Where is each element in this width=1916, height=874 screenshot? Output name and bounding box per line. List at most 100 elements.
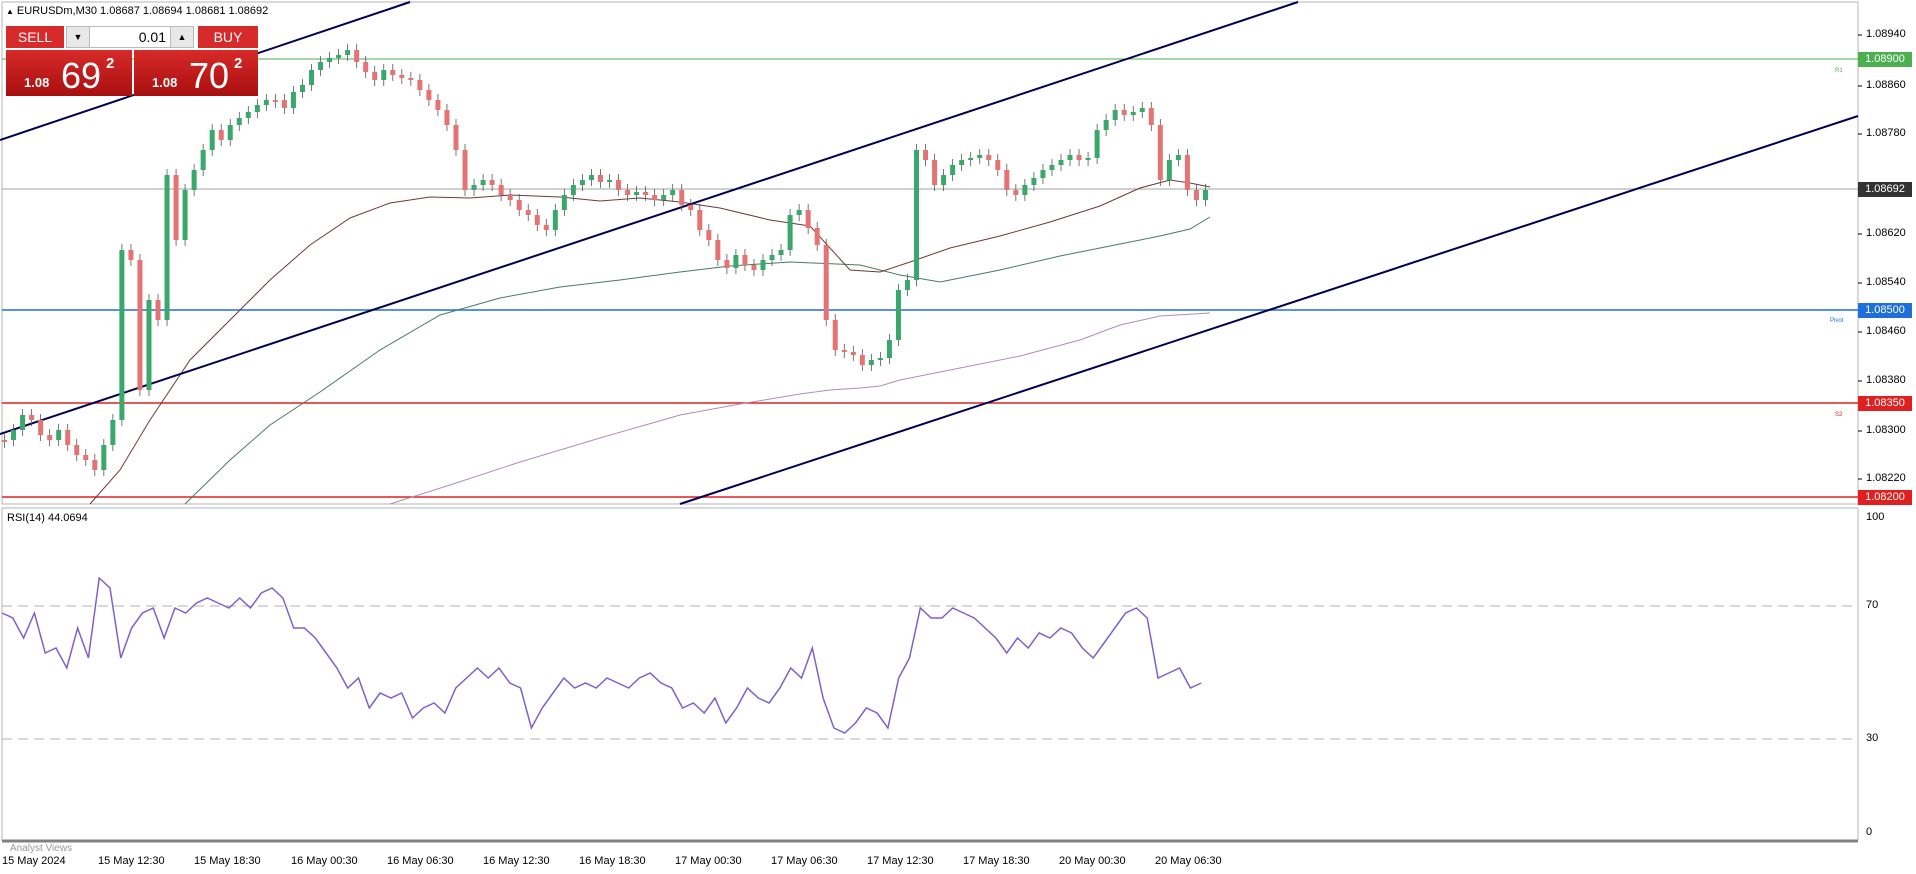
time-axis-label: 15 May 12:30 xyxy=(98,855,165,867)
candle-body xyxy=(354,50,360,62)
candle-body xyxy=(832,320,838,350)
time-axis-label: 17 May 06:30 xyxy=(771,855,838,867)
candle-body xyxy=(814,228,820,245)
candle-body xyxy=(977,155,983,158)
time-axis-label: 15 May 2024 xyxy=(2,855,66,867)
price-chart[interactable] xyxy=(0,0,1916,874)
candle-body xyxy=(1202,190,1208,200)
candle-body xyxy=(868,360,874,365)
candle-body xyxy=(1193,190,1199,200)
rsi-axis-label: 70 xyxy=(1866,599,1879,611)
candle-body xyxy=(525,210,531,215)
time-axis-label: 17 May 00:30 xyxy=(675,855,742,867)
candle-body xyxy=(914,150,920,280)
candle-body xyxy=(318,62,324,70)
candle-body xyxy=(173,175,179,240)
sell-button[interactable]: SELL xyxy=(6,26,64,48)
candle-body xyxy=(444,110,450,125)
candle-body xyxy=(309,70,315,85)
level-tag-r1: R1 xyxy=(1835,68,1843,74)
candle-body xyxy=(778,250,784,255)
candle-body xyxy=(92,460,98,470)
rsi-header: RSI(14) 44.0694 xyxy=(7,512,88,524)
sell-price-big: 69 xyxy=(61,55,102,96)
candle-body xyxy=(588,175,594,180)
ma-fast-line xyxy=(89,179,1211,505)
candle-body xyxy=(299,85,305,92)
buy-price-big: 70 xyxy=(189,55,230,96)
candle-body xyxy=(327,58,333,62)
candle-body xyxy=(1094,130,1100,158)
candle-body xyxy=(1157,125,1163,180)
level-badge-s3: 1.08200 xyxy=(1858,490,1912,505)
level-tag-pivot: Pivot xyxy=(1830,318,1844,324)
analyst-views-tab[interactable]: Analyst Views xyxy=(10,843,72,854)
buy-button[interactable]: BUY xyxy=(198,26,258,48)
candle-body xyxy=(769,255,775,260)
price-axis-label: 1.08460 xyxy=(1866,325,1906,337)
candle-body xyxy=(796,210,802,215)
candle-body xyxy=(670,190,676,195)
sell-price-prefix: 1.08 xyxy=(24,75,50,90)
candle-body xyxy=(272,100,278,102)
candle-body xyxy=(751,265,757,270)
candle-body xyxy=(254,105,260,112)
time-axis-label: 17 May 18:30 xyxy=(963,855,1030,867)
buy-price-prefix: 1.08 xyxy=(152,75,178,90)
time-axis-label: 20 May 06:30 xyxy=(1155,855,1222,867)
candle-body xyxy=(83,455,89,460)
candle-body xyxy=(381,70,387,80)
candle-body xyxy=(552,210,558,230)
candle-body xyxy=(941,175,947,185)
candle-body xyxy=(11,430,17,440)
candle-body xyxy=(119,250,125,420)
rsi-frame xyxy=(1,507,1859,841)
candle-body xyxy=(480,180,486,185)
candle-body xyxy=(534,215,540,225)
candle-body xyxy=(516,200,522,210)
time-axis-label: 20 May 00:30 xyxy=(1059,855,1126,867)
candle-body xyxy=(724,260,730,268)
candle-body xyxy=(146,300,152,390)
rsi-axis-label: 100 xyxy=(1866,511,1885,523)
level-badge-s2: 1.08350 xyxy=(1858,396,1912,411)
candle-body xyxy=(715,240,721,260)
candle-body xyxy=(101,445,107,470)
candle-body xyxy=(688,205,694,210)
candle-body xyxy=(561,195,567,210)
candle-body xyxy=(1004,170,1010,190)
price-axis-label: 1.08380 xyxy=(1866,374,1906,386)
sell-price-pip: 2 xyxy=(106,55,115,72)
candle-body xyxy=(1049,165,1055,170)
candle-body xyxy=(895,290,901,340)
buy-quote[interactable]: 1.08 70 2 xyxy=(134,50,258,96)
candle-body xyxy=(625,190,631,195)
sell-quote[interactable]: 1.08 69 2 xyxy=(6,50,132,96)
time-axis-label: 15 May 18:30 xyxy=(194,855,261,867)
symbol-header: ▲ EURUSDm,M30 1.08687 1.08694 1.08681 1.0… xyxy=(6,5,268,17)
price-axis-label: 1.08620 xyxy=(1866,227,1906,239)
candle-body xyxy=(950,165,956,175)
volume-increase-button[interactable]: ▲ xyxy=(170,26,194,48)
candle-body xyxy=(616,180,622,190)
candle-body xyxy=(1166,160,1172,180)
volume-decrease-button[interactable]: ▼ xyxy=(66,26,90,48)
candle-body xyxy=(20,415,26,430)
candle-body xyxy=(1130,112,1136,115)
candle-body xyxy=(245,112,251,118)
candle-body xyxy=(968,158,974,160)
candle-body xyxy=(200,150,206,170)
candle-body xyxy=(1058,160,1064,165)
volume-input[interactable]: 0.01 xyxy=(90,26,170,48)
candle-body xyxy=(643,192,649,195)
candle-body xyxy=(336,55,342,58)
chevron-up-icon: ▲ xyxy=(177,32,187,42)
collapse-triangle-icon[interactable]: ▲ xyxy=(6,7,14,16)
candle-body xyxy=(787,215,793,250)
candle-body xyxy=(1076,155,1082,160)
candle-body xyxy=(841,350,847,352)
candle-body xyxy=(1148,108,1154,125)
time-axis-label: 16 May 18:30 xyxy=(579,855,646,867)
candle-body xyxy=(995,160,1001,170)
main-chart-frame xyxy=(1,1,1859,505)
